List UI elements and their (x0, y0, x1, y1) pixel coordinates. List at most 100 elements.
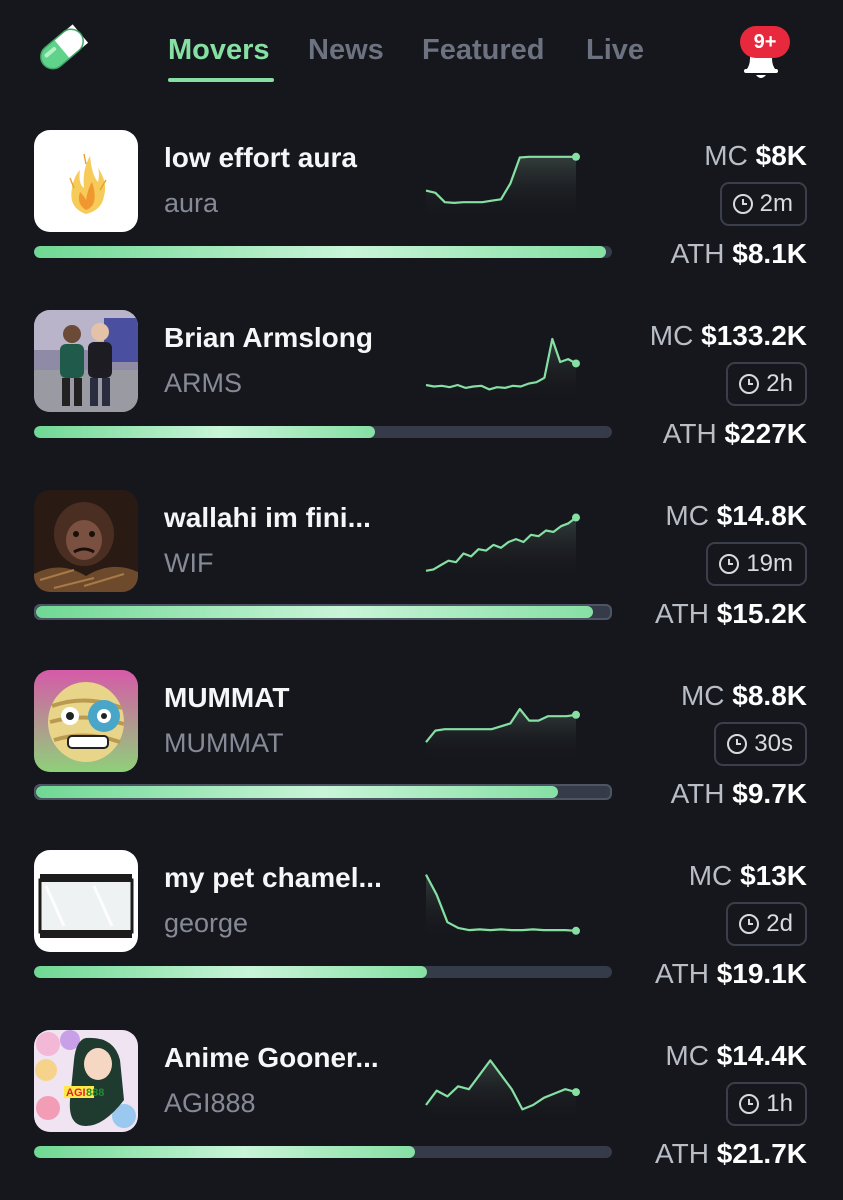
ath-value: $15.2K (716, 598, 807, 629)
all-time-high: ATH $15.2K (655, 598, 807, 630)
tab-movers[interactable]: Movers (168, 34, 270, 67)
tab-live[interactable]: Live (586, 34, 644, 67)
ath-value: $8.1K (732, 238, 807, 269)
market-cap: MC $13K (689, 860, 807, 892)
coin-row[interactable]: my pet chamel... george MC $13K 2d ATH $… (0, 832, 843, 1012)
pill-icon[interactable] (34, 24, 90, 74)
age-badge: 19m (706, 542, 807, 586)
mc-label: MC (665, 500, 709, 531)
age-badge: 1h (726, 1082, 807, 1126)
sparkline-endpoint (572, 1088, 580, 1097)
coin-row[interactable]: MUMMAT MUMMAT MC $8.8K 30s ATH $9.7K (0, 652, 843, 832)
coin-ticker: AGI888 (164, 1088, 256, 1118)
price-sparkline (425, 707, 580, 760)
mc-label: MC (665, 1040, 709, 1071)
coin-row[interactable]: Brian Armslong ARMS MC $133.2K 2h ATH $2… (0, 292, 843, 472)
mc-label: MC (688, 860, 733, 891)
sparkline-line (425, 874, 577, 932)
ath-label: ATH (670, 778, 725, 809)
notification-badge: 9+ (740, 26, 790, 58)
bonding-progress-fill (34, 1146, 416, 1158)
coin-thumbnail (34, 850, 138, 952)
age-value: 2m (759, 190, 793, 217)
sparkline-area (426, 1060, 576, 1120)
coin-row[interactable]: AGI 888 Anime Gooner... AGI888 MC $14.4K… (0, 1012, 843, 1192)
ath-value: $227K (724, 418, 807, 449)
mc-value: $8.8K (732, 680, 807, 711)
bonding-progress-bar (34, 246, 612, 258)
market-cap: MC $14.8K (665, 500, 807, 532)
ath-value: $9.7K (732, 778, 807, 809)
all-time-high: ATH $9.7K (671, 778, 807, 810)
all-time-high: ATH $19.1K (655, 958, 807, 990)
clock-icon (739, 1094, 760, 1114)
ath-value: $19.1K (716, 958, 807, 989)
coin-name: Brian Armslong (164, 322, 373, 353)
sparkline-endpoint (572, 152, 580, 161)
mc-label: MC (649, 320, 694, 351)
mc-value: $8K (755, 140, 807, 171)
ath-label: ATH (670, 238, 725, 269)
coin-ticker: MUMMAT (164, 728, 284, 758)
coin-ticker: ARMS (164, 368, 243, 398)
all-time-high: ATH $21.7K (655, 1138, 807, 1170)
ath-value: $21.7K (716, 1138, 807, 1169)
coin-thumbnail (34, 490, 138, 592)
coin-row[interactable]: wallahi im fini... WIF MC $14.8K 19m ATH… (0, 472, 843, 652)
sparkline-endpoint (572, 359, 580, 368)
mc-value: $133.2K (701, 320, 807, 351)
coin-name: wallahi im fini... (164, 502, 371, 533)
age-badge: 30s (714, 722, 807, 766)
ath-label: ATH (655, 598, 709, 629)
bonding-progress-fill (36, 606, 593, 618)
clock-icon (727, 734, 748, 754)
price-sparkline (425, 152, 580, 220)
bonding-progress-fill (34, 966, 428, 978)
top-nav: Movers News Featured Live W 9+ (0, 0, 843, 112)
clock-icon (739, 914, 760, 934)
coin-ticker: WIF (164, 548, 214, 578)
bonding-progress-fill (34, 246, 607, 258)
bonding-progress-bar (34, 966, 612, 978)
mc-value: $14.4K (716, 1040, 807, 1071)
mc-label: MC (704, 140, 748, 171)
bonding-progress-bar (34, 604, 612, 620)
coin-name: my pet chamel... (164, 862, 382, 893)
age-value: 2d (766, 910, 793, 937)
age-badge: 2m (719, 182, 807, 226)
mc-value: $14.8K (716, 500, 807, 531)
sparkline-area (426, 339, 576, 400)
age-value: 2h (766, 370, 793, 397)
all-time-high: ATH $8.1K (671, 238, 807, 270)
market-cap: MC $133.2K (650, 320, 807, 352)
market-cap: MC $8.8K (681, 680, 807, 712)
sparkline-area (426, 156, 576, 220)
coin-name: low effort aura (164, 142, 357, 173)
price-sparkline (425, 337, 580, 400)
coin-thumbnail (34, 310, 138, 412)
clock-icon (739, 374, 760, 394)
mc-label: MC (680, 680, 725, 711)
mc-value: $13K (740, 860, 807, 891)
sparkline-endpoint (572, 926, 580, 935)
coin-thumbnail (34, 670, 138, 772)
coin-name: MUMMAT (164, 682, 290, 713)
coin-row[interactable]: low effort aura aura MC $8K 2m ATH $8.1K (0, 112, 843, 292)
all-time-high: ATH $227K (663, 418, 807, 450)
bonding-progress-fill (34, 426, 376, 438)
ath-label: ATH (655, 958, 709, 989)
market-cap: MC $8K (704, 140, 807, 172)
price-sparkline (425, 874, 580, 940)
svg-text:AGI: AGI (66, 1087, 86, 1099)
tab-featured[interactable]: Featured (422, 34, 544, 67)
age-badge: 2h (726, 362, 807, 406)
age-badge: 2d (726, 902, 807, 946)
coin-thumbnail: AGI 888 (34, 1030, 138, 1132)
price-sparkline (425, 1059, 580, 1120)
notifications-button[interactable]: 9+ (738, 26, 790, 78)
bonding-progress-bar (34, 784, 612, 800)
coin-ticker: aura (164, 188, 219, 218)
sparkline-endpoint (572, 513, 580, 522)
tab-news[interactable]: News (308, 34, 384, 67)
bonding-progress-bar (34, 1146, 612, 1158)
